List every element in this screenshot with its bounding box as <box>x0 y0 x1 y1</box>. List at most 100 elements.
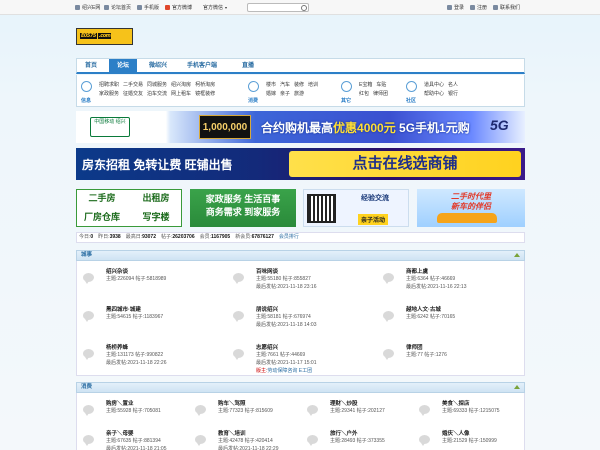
forum-bubble-icon <box>307 405 318 416</box>
tab-live[interactable]: 直播 <box>242 59 262 73</box>
forum-name[interactable]: 律师团 <box>406 343 423 351</box>
forum-name[interactable]: 婚庆＼人像 <box>442 429 470 437</box>
forum-item[interactable]: 理财＼炒股 主题:29341 帖子:202127 <box>307 397 411 431</box>
forum-name[interactable]: 志愿绍兴 <box>256 343 278 351</box>
link-wedding[interactable]: 婚嫁 <box>266 90 276 99</box>
forum-item[interactable]: 百味网谈 主题:55180 帖子:855827 最后发帖:2021-11-18 23… <box>233 265 375 299</box>
section-header[interactable]: 城事 <box>76 250 525 261</box>
forum-name[interactable]: 黑四城市·城建 <box>106 305 141 313</box>
forum-last-post[interactable]: 最后发帖:2021-11-16 22:13 <box>406 283 467 290</box>
forum-item[interactable]: 购房＼置业 主题:55928 帖子:705081 <box>83 397 187 431</box>
link-help-center[interactable]: 帮助中心 <box>424 90 444 99</box>
link-parking[interactable]: 泊车交流 <box>147 90 167 99</box>
forum-item[interactable]: 朋说绍兴 主题:58181 帖子:676974 最后发帖:2021-11-18 14… <box>233 303 375 337</box>
forum-item[interactable]: 律师团 主题:77 帖子:1276 <box>383 341 525 375</box>
search-box[interactable] <box>247 3 309 12</box>
ad-housing[interactable]: 二手房 出租房 厂房仓库 写字楼 <box>76 189 182 227</box>
site-logo[interactable]: E0575 .com <box>76 28 133 45</box>
forum-name[interactable]: 亲子＼母婴 <box>106 429 134 437</box>
forum-name[interactable]: 杨桥养蜂 <box>106 343 128 351</box>
forum-home-link[interactable]: 论坛首页 <box>104 4 131 11</box>
ad-parenting[interactable]: 经验交流 亲子活动 <box>303 189 409 227</box>
link-ebox[interactable]: E宝箱 <box>359 81 372 90</box>
forum-name[interactable]: 朋说绍兴 <box>256 305 278 313</box>
link-kq-house[interactable]: 柯桥淘房 <box>195 81 215 90</box>
forum-name[interactable]: 购车＼驾照 <box>218 399 246 407</box>
link-car-sticker[interactable]: 车贴 <box>376 81 386 90</box>
link-dating[interactable]: 征婚交友 <box>123 90 143 99</box>
forum-item[interactable]: 教育＼培训 主题:42478 帖子:420414 最后发帖:2021-11-18 2… <box>195 427 299 450</box>
forum-last-post[interactable]: 最后发帖:2021-11-18 22:29 <box>218 445 279 450</box>
forum-item[interactable]: 杨桥养蜂 主题:131173 帖子:990822 最后发帖:2021-11-18 2… <box>83 341 225 375</box>
weibo-link[interactable]: 官方微博 <box>165 4 192 11</box>
ad-housing-rent: 出租房 <box>142 193 170 203</box>
forum-name[interactable]: 购房＼置业 <box>106 399 134 407</box>
search-icon[interactable] <box>301 5 307 11</box>
forum-name[interactable]: 旅行＼户外 <box>330 429 358 437</box>
shop-banner-cta[interactable]: 点击在线选商铺 <box>289 151 521 177</box>
link-lawyer-team[interactable]: 律师团 <box>373 90 388 99</box>
link-renovation[interactable]: 装修 <box>294 81 304 90</box>
link-jobs[interactable]: 招聘求职 <box>99 81 119 90</box>
link-bank[interactable]: 银行 <box>448 90 458 99</box>
link-decoration[interactable]: 镜框装修 <box>195 90 215 99</box>
tab-mobile-client[interactable]: 手机客户端 <box>187 59 231 73</box>
forum-item[interactable]: 美食＼探店 主题:69333 帖子:1215075 <box>419 397 523 431</box>
forum-last-post[interactable]: 最后发帖:2021-11-18 14:03 <box>256 321 317 328</box>
tab-wechat-shaoxing[interactable]: 微绍兴 <box>149 59 177 73</box>
mobile-link[interactable]: 手机版 <box>137 4 159 11</box>
forum-item[interactable]: 商都上虞 主题:6364 帖子:46669 最后发帖:2021-11-16 22:1… <box>383 265 525 299</box>
link-training[interactable]: 培训 <box>308 81 318 90</box>
forum-last-post[interactable]: 最后发帖:2021-11-18 23:16 <box>256 283 317 290</box>
tab-forum[interactable]: 论坛 <box>109 59 137 73</box>
link-red-packet[interactable]: 红包 <box>359 90 369 99</box>
forum-name[interactable]: 教育＼培训 <box>218 429 246 437</box>
ad-used-car[interactable]: 二手时代里 新车的伴侣 <box>417 189 525 227</box>
link-housekeeping[interactable]: 家政服务 <box>99 90 119 99</box>
forum-name[interactable]: 理财＼炒股 <box>330 399 358 407</box>
link-item-center[interactable]: 道具中心 <box>424 81 444 90</box>
link-property[interactable]: 楼市 <box>266 81 276 90</box>
forum-item[interactable]: 亲子＼母婴 主题:67635 帖子:881394 最后发帖:2021-11-18 2… <box>83 427 187 450</box>
register-link[interactable]: 注册 <box>470 4 487 11</box>
ad-services[interactable]: 家政服务 生活百事 商务需求 到家服务 <box>190 189 296 227</box>
forum-last-post[interactable]: 最后发帖:2021-11-17 15:01 <box>256 359 317 366</box>
tab-home[interactable]: 首页 <box>85 59 105 73</box>
forum-item[interactable]: 旅行＼户外 主题:28493 帖子:373355 <box>307 427 411 450</box>
section-header[interactable]: 消费 <box>76 382 525 393</box>
collapse-icon[interactable] <box>514 253 520 257</box>
collapse-icon[interactable] <box>514 385 520 389</box>
forum-name[interactable]: 美食＼探店 <box>442 399 470 407</box>
forum-item[interactable]: 婚庆＼人像 主题:21529 帖子:150999 <box>419 427 523 450</box>
link-parenting[interactable]: 亲子 <box>280 90 290 99</box>
forum-item[interactable]: 越地人文·古城 主题:6242 帖子:70165 <box>383 303 525 337</box>
forum-name[interactable]: 百味网谈 <box>256 267 278 275</box>
forum-item[interactable]: 绍兴杂谈 主题:226094 帖子:5818989 <box>83 265 225 299</box>
link-travel[interactable]: 旅游 <box>294 90 304 99</box>
forum-item[interactable]: 购车＼驾照 主题:77323 帖子:815609 <box>195 397 299 431</box>
link-celebrity[interactable]: 名人 <box>448 81 458 90</box>
forum-name[interactable]: 商都上虞 <box>406 267 428 275</box>
wechat-link[interactable]: 官方微信 ▾ <box>203 4 227 11</box>
link-city-service[interactable]: 同城服务 <box>147 81 167 90</box>
forum-last-post[interactable]: 最后发帖:2021-11-18 22:26 <box>106 359 167 366</box>
moderator-name[interactable]: 劳动保障咨询 E工团 <box>267 368 312 374</box>
mobile-promo-banner[interactable]: 中国移动 绍兴 1,000,000 合约购机最高优惠4000元 5G手机1元购 … <box>76 111 525 143</box>
forum-last-post[interactable]: 最后发帖:2021-11-18 21:05 <box>106 445 167 450</box>
forum-name[interactable]: 越地人文·古城 <box>406 305 441 313</box>
forum-name[interactable]: 绍兴杂谈 <box>106 267 128 275</box>
home-link[interactable]: 绍兴E网 <box>75 4 100 11</box>
link-sx-house[interactable]: 绍兴淘房 <box>171 81 191 90</box>
link-auto[interactable]: 汽车 <box>280 81 290 90</box>
contact-link[interactable]: 联系我们 <box>493 4 520 11</box>
member-ranking-link[interactable]: 会员排行 <box>279 234 299 240</box>
shop-rental-banner[interactable]: 房东招租 免转让费 旺铺出售 点击在线选商铺 <box>76 148 525 180</box>
link-secondhand[interactable]: 二手交易 <box>123 81 143 90</box>
forum-item[interactable]: 黑四城市·城建 主题:54615 帖子:1183967 <box>83 303 225 337</box>
forum-item[interactable]: 志愿绍兴 主题:7661 帖子:44669 最后发帖:2021-11-17 15:0… <box>233 341 375 375</box>
search-input[interactable] <box>248 4 300 11</box>
forum-stats: 主题:131173 帖子:990822 <box>106 352 164 358</box>
login-link[interactable]: 登录 <box>447 4 464 11</box>
forum-bubble-icon <box>83 273 94 284</box>
link-car-rental[interactable]: 网上租车 <box>171 90 191 99</box>
